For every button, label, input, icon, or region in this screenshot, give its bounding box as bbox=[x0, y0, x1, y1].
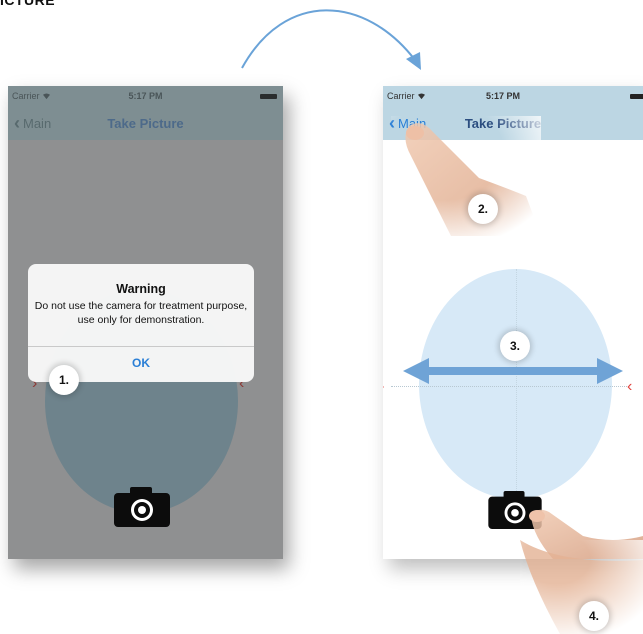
battery-icon bbox=[630, 94, 643, 99]
phone-screen-take-picture: Carrier 5:17 PM ‹ Main Take Picture › ‹ bbox=[383, 86, 643, 559]
double-arrow-icon bbox=[403, 358, 623, 384]
horizontal-guide-line bbox=[391, 386, 627, 387]
nav-bar: ‹ Main Take Picture bbox=[8, 106, 283, 140]
callout-1: 1. bbox=[49, 365, 79, 395]
page-heading: ICTURE bbox=[0, 0, 56, 8]
status-time: 5:17 PM bbox=[128, 91, 163, 101]
alert-divider bbox=[28, 346, 254, 347]
nav-title: Take Picture bbox=[107, 116, 184, 131]
status-time: 5:17 PM bbox=[485, 91, 520, 101]
battery-icon bbox=[260, 94, 277, 99]
left-guide-marker[interactable]: › bbox=[383, 379, 384, 395]
right-guide-marker[interactable]: ‹ bbox=[627, 379, 632, 395]
status-bar: Carrier 5:17 PM bbox=[383, 86, 643, 106]
alert-title: Warning bbox=[116, 282, 166, 296]
hand-pointer-icon bbox=[391, 116, 541, 236]
status-bar: Carrier 5:17 PM bbox=[8, 86, 283, 106]
callout-2: 2. bbox=[468, 194, 498, 224]
camera-icon[interactable] bbox=[113, 486, 171, 528]
callout-4: 4. bbox=[579, 601, 609, 631]
vertical-guide-line bbox=[516, 269, 517, 499]
callout-3: 3. bbox=[500, 331, 530, 361]
phone-screen-warning: Carrier 5:17 PM ‹ Main Take Picture › ‹ … bbox=[8, 86, 283, 559]
alert-message: Do not use the camera for treatment purp… bbox=[34, 300, 248, 326]
